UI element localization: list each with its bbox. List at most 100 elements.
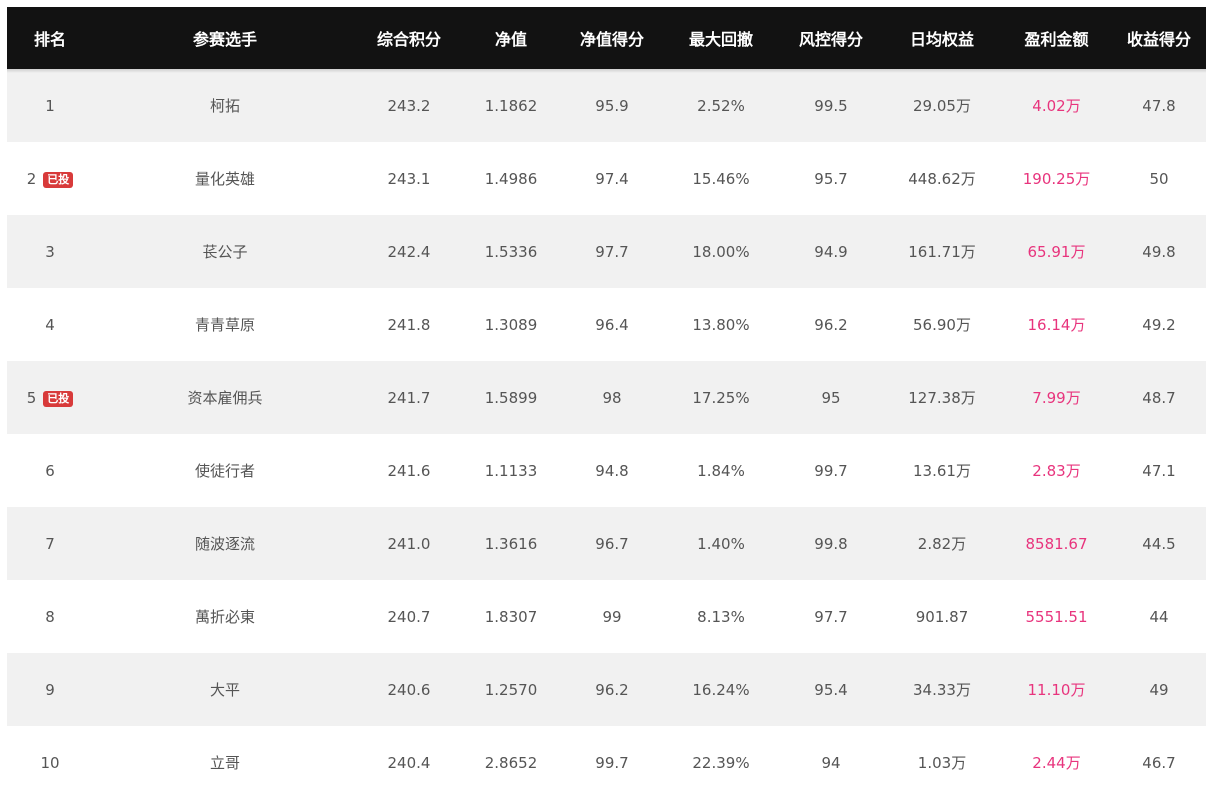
avg-equity-cell: 161.71万 xyxy=(908,243,976,261)
header-shadow xyxy=(7,69,1206,73)
total-score-cell: 241.8 xyxy=(387,315,431,334)
nav-cell: 2.8652 xyxy=(484,753,538,772)
table-row[interactable]: 10 立哥 240.4 2.8652 99.7 22.39% 94 1.03万 … xyxy=(7,726,1206,799)
return-score-cell: 47.1 xyxy=(1142,461,1176,480)
nav-score-cell: 99.7 xyxy=(595,753,629,772)
rank-cell: 4 xyxy=(7,288,93,361)
table-body: 1 柯拓 243.2 1.1862 95.9 2.52% 99.5 29.05万… xyxy=(7,69,1206,799)
max-drawdown-cell: 22.39% xyxy=(692,753,750,772)
total-score-cell: 241.6 xyxy=(387,461,431,480)
rank-value: 4 xyxy=(45,315,55,334)
rank-value: 7 xyxy=(45,534,55,553)
rank-value: 3 xyxy=(45,242,55,261)
rank-cell: 9 xyxy=(7,653,93,726)
rank-cell: 2 已投 xyxy=(7,142,93,215)
nav-cell: 1.8307 xyxy=(484,607,538,626)
rank-cell: 6 xyxy=(7,434,93,507)
table-row[interactable]: 5 已投 资本雇佣兵 241.7 1.5899 98 17.25% 95 127.… xyxy=(7,361,1206,434)
table-row[interactable]: 9 大平 240.6 1.2570 96.2 16.24% 95.4 34.33… xyxy=(7,653,1206,726)
header-avg-equity[interactable]: 日均权益 xyxy=(883,7,1001,69)
rank-value: 1 xyxy=(45,96,55,115)
table-row[interactable]: 3 苌公子 242.4 1.5336 97.7 18.00% 94.9 161.… xyxy=(7,215,1206,288)
profit-cell: 5551.51 xyxy=(1025,607,1088,626)
header-player[interactable]: 参赛选手 xyxy=(93,7,357,69)
total-score-cell: 240.4 xyxy=(387,753,431,772)
table-row[interactable]: 2 已投 量化英雄 243.1 1.4986 97.4 15.46% 95.7 4… xyxy=(7,142,1206,215)
max-drawdown-cell: 1.40% xyxy=(697,534,745,553)
rank-cell: 5 已投 xyxy=(7,361,93,434)
rank-cell: 8 xyxy=(7,580,93,653)
table-row[interactable]: 4 青青草原 241.8 1.3089 96.4 13.80% 96.2 56.… xyxy=(7,288,1206,361)
table-row[interactable]: 1 柯拓 243.2 1.1862 95.9 2.52% 99.5 29.05万… xyxy=(7,69,1206,142)
rank-cell: 3 xyxy=(7,215,93,288)
player-name-cell[interactable]: 资本雇佣兵 xyxy=(93,361,357,434)
nav-score-cell: 97.4 xyxy=(595,169,629,188)
max-drawdown-cell: 2.52% xyxy=(697,96,745,115)
rank-value: 6 xyxy=(45,461,55,480)
avg-equity-cell: 1.03万 xyxy=(917,754,967,772)
return-score-cell: 48.7 xyxy=(1142,388,1176,407)
total-score-cell: 241.7 xyxy=(387,388,431,407)
table-row[interactable]: 6 使徒行者 241.6 1.1133 94.8 1.84% 99.7 13.6… xyxy=(7,434,1206,507)
avg-equity-cell: 34.33万 xyxy=(913,681,971,699)
profit-cell: 190.25万 xyxy=(1022,170,1091,188)
risk-score-cell: 95 xyxy=(821,388,841,407)
nav-cell: 1.3089 xyxy=(484,315,538,334)
return-score-cell: 49.8 xyxy=(1142,242,1176,261)
risk-score-cell: 96.2 xyxy=(814,315,848,334)
profit-cell: 8581.67 xyxy=(1025,534,1088,553)
nav-cell: 1.3616 xyxy=(484,534,538,553)
risk-score-cell: 99.7 xyxy=(814,461,848,480)
return-score-cell: 44.5 xyxy=(1142,534,1176,553)
ranking-table-container: 排名 参赛选手 综合积分 净值 净值得分 最大回撤 风控得分 日均权益 盈利金额… xyxy=(7,7,1206,799)
risk-score-cell: 97.7 xyxy=(814,607,848,626)
max-drawdown-cell: 17.25% xyxy=(692,388,750,407)
return-score-cell: 50 xyxy=(1149,169,1169,188)
player-name-cell[interactable]: 柯拓 xyxy=(93,69,357,142)
max-drawdown-cell: 18.00% xyxy=(692,242,750,261)
header-return-score[interactable]: 收益得分 xyxy=(1112,7,1206,69)
profit-cell: 7.99万 xyxy=(1032,389,1081,407)
player-name-cell[interactable]: 立哥 xyxy=(93,726,357,799)
table-row[interactable]: 7 随波逐流 241.0 1.3616 96.7 1.40% 99.8 2.82… xyxy=(7,507,1206,580)
total-score-cell: 241.0 xyxy=(387,534,431,553)
nav-cell: 1.4986 xyxy=(484,169,538,188)
nav-score-cell: 96.7 xyxy=(595,534,629,553)
header-risk-score[interactable]: 风控得分 xyxy=(779,7,883,69)
nav-cell: 1.1133 xyxy=(484,461,538,480)
rank-value: 9 xyxy=(45,680,55,699)
player-name-cell[interactable]: 苌公子 xyxy=(93,215,357,288)
max-drawdown-cell: 13.80% xyxy=(692,315,750,334)
header-rank[interactable]: 排名 xyxy=(7,7,93,69)
avg-equity-cell: 29.05万 xyxy=(913,97,971,115)
total-score-cell: 242.4 xyxy=(387,242,431,261)
return-score-cell: 44 xyxy=(1149,607,1169,626)
nav-cell: 1.2570 xyxy=(484,680,538,699)
rank-value: 2 xyxy=(26,169,37,188)
total-score-cell: 240.6 xyxy=(387,680,431,699)
player-name-cell[interactable]: 随波逐流 xyxy=(93,507,357,580)
player-name-cell[interactable]: 萬折必東 xyxy=(93,580,357,653)
nav-score-cell: 99 xyxy=(602,607,622,626)
max-drawdown-cell: 1.84% xyxy=(697,461,745,480)
nav-cell: 1.1862 xyxy=(484,96,538,115)
risk-score-cell: 95.7 xyxy=(814,169,848,188)
return-score-cell: 49 xyxy=(1149,680,1169,699)
max-drawdown-cell: 16.24% xyxy=(692,680,750,699)
header-max-drawdown[interactable]: 最大回撤 xyxy=(663,7,779,69)
header-nav[interactable]: 净值 xyxy=(461,7,561,69)
player-name-cell[interactable]: 大平 xyxy=(93,653,357,726)
header-nav-score[interactable]: 净值得分 xyxy=(561,7,663,69)
profit-cell: 4.02万 xyxy=(1032,97,1081,115)
header-total-score[interactable]: 综合积分 xyxy=(357,7,461,69)
risk-score-cell: 95.4 xyxy=(814,680,848,699)
rank-value: 10 xyxy=(40,753,60,772)
rank-cell: 1 xyxy=(7,69,93,142)
player-name-cell[interactable]: 量化英雄 xyxy=(93,142,357,215)
table-row[interactable]: 8 萬折必東 240.7 1.8307 99 8.13% 97.7 901.87… xyxy=(7,580,1206,653)
player-name-cell[interactable]: 使徒行者 xyxy=(93,434,357,507)
header-profit[interactable]: 盈利金额 xyxy=(1001,7,1112,69)
nav-score-cell: 98 xyxy=(602,388,622,407)
player-name-cell[interactable]: 青青草原 xyxy=(93,288,357,361)
profit-cell: 16.14万 xyxy=(1027,316,1086,334)
